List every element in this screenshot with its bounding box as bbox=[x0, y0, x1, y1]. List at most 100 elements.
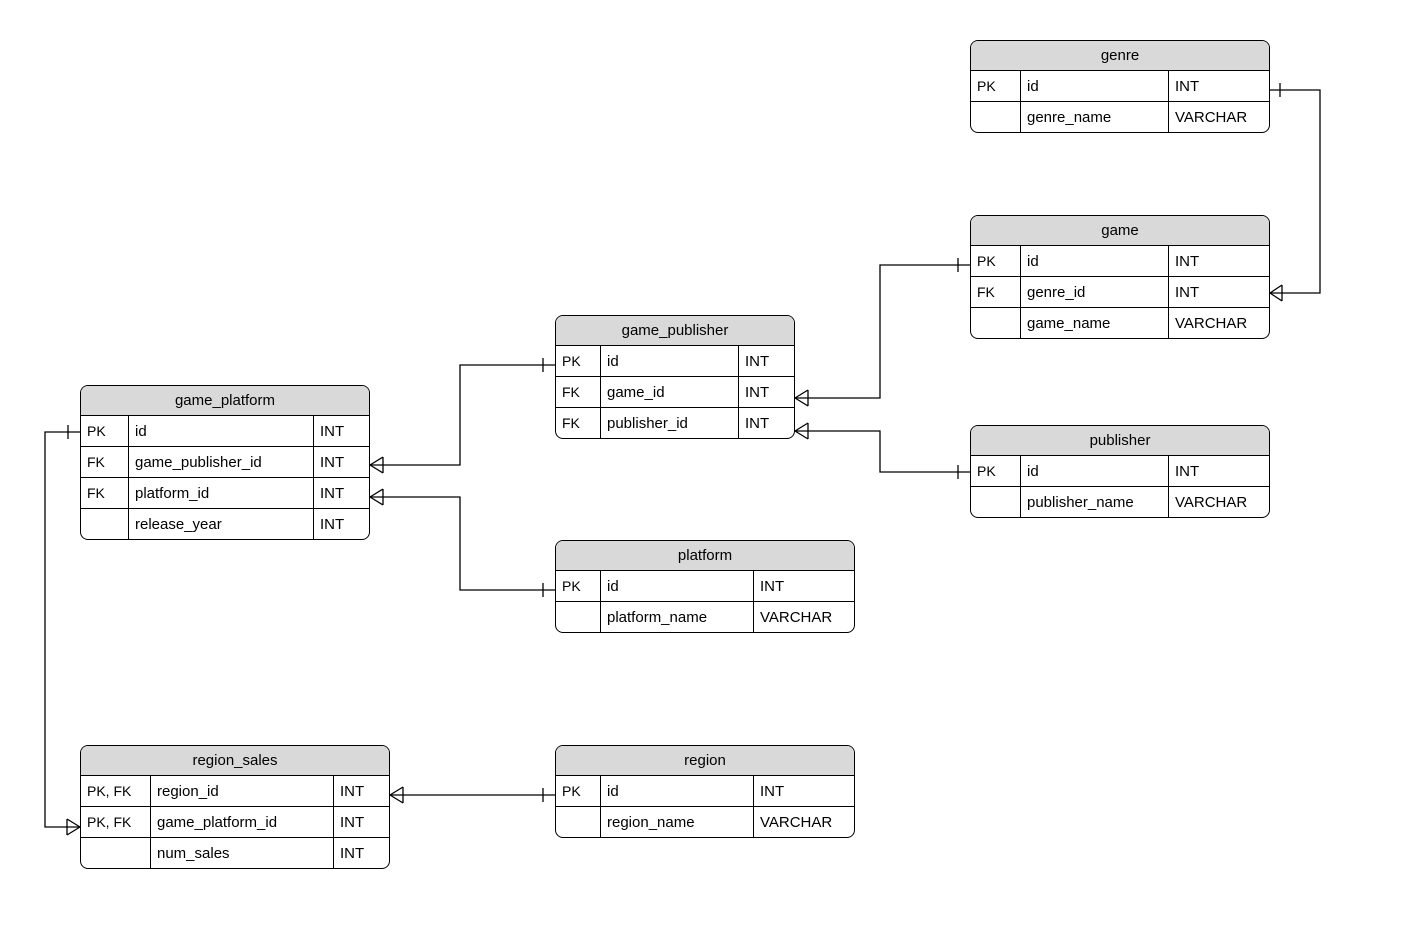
column-key bbox=[81, 509, 129, 539]
column-key bbox=[971, 308, 1021, 338]
column-name: genre_name bbox=[1021, 102, 1169, 132]
entity-region-sales[interactable]: region_sales PK, FK region_id INT PK, FK… bbox=[80, 745, 390, 869]
column-row: PK id INT bbox=[81, 416, 369, 447]
column-row: publisher_name VARCHAR bbox=[971, 487, 1269, 517]
column-type: INT bbox=[739, 377, 794, 407]
entity-game-publisher[interactable]: game_publisher PK id INT FK game_id INT … bbox=[555, 315, 795, 439]
column-key: PK bbox=[971, 71, 1021, 101]
entity-title: game_platform bbox=[81, 386, 369, 416]
column-key: FK bbox=[971, 277, 1021, 307]
column-row: PK id INT bbox=[556, 571, 854, 602]
column-type: INT bbox=[1169, 71, 1269, 101]
column-name: game_name bbox=[1021, 308, 1169, 338]
column-name: num_sales bbox=[151, 838, 334, 868]
entity-title: region_sales bbox=[81, 746, 389, 776]
column-type: INT bbox=[754, 571, 854, 601]
column-type: VARCHAR bbox=[1169, 308, 1269, 338]
entity-title: game_publisher bbox=[556, 316, 794, 346]
column-name: id bbox=[1021, 246, 1169, 276]
column-row: PK, FK game_platform_id INT bbox=[81, 807, 389, 838]
entity-game[interactable]: game PK id INT FK genre_id INT game_name… bbox=[970, 215, 1270, 339]
column-row: game_name VARCHAR bbox=[971, 308, 1269, 338]
column-row: FK genre_id INT bbox=[971, 277, 1269, 308]
column-type: INT bbox=[334, 776, 389, 806]
column-key: FK bbox=[556, 408, 601, 438]
column-name: platform_name bbox=[601, 602, 754, 632]
column-type: INT bbox=[739, 346, 794, 376]
column-type: INT bbox=[754, 776, 854, 806]
column-type: INT bbox=[314, 478, 369, 508]
column-name: game_platform_id bbox=[151, 807, 334, 837]
column-row: num_sales INT bbox=[81, 838, 389, 868]
column-key: FK bbox=[556, 377, 601, 407]
column-name: publisher_id bbox=[601, 408, 739, 438]
column-type: INT bbox=[1169, 456, 1269, 486]
column-key: FK bbox=[81, 478, 129, 508]
column-key bbox=[971, 102, 1021, 132]
column-type: INT bbox=[334, 807, 389, 837]
column-row: PK id INT bbox=[556, 346, 794, 377]
column-key bbox=[81, 838, 151, 868]
column-name: platform_id bbox=[129, 478, 314, 508]
column-name: id bbox=[601, 571, 754, 601]
column-type: INT bbox=[739, 408, 794, 438]
column-type: VARCHAR bbox=[754, 602, 854, 632]
column-row: PK id INT bbox=[971, 456, 1269, 487]
column-key bbox=[556, 602, 601, 632]
column-type: INT bbox=[334, 838, 389, 868]
column-name: publisher_name bbox=[1021, 487, 1169, 517]
column-key bbox=[971, 487, 1021, 517]
column-key: PK bbox=[971, 246, 1021, 276]
column-name: game_publisher_id bbox=[129, 447, 314, 477]
entity-publisher[interactable]: publisher PK id INT publisher_name VARCH… bbox=[970, 425, 1270, 518]
column-key: FK bbox=[81, 447, 129, 477]
column-row: FK game_id INT bbox=[556, 377, 794, 408]
column-type: VARCHAR bbox=[754, 807, 854, 837]
column-row: FK game_publisher_id INT bbox=[81, 447, 369, 478]
column-row: FK publisher_id INT bbox=[556, 408, 794, 438]
column-name: id bbox=[601, 776, 754, 806]
entity-title: genre bbox=[971, 41, 1269, 71]
entity-title: game bbox=[971, 216, 1269, 246]
column-type: INT bbox=[314, 447, 369, 477]
column-type: INT bbox=[314, 416, 369, 446]
entity-platform[interactable]: platform PK id INT platform_name VARCHAR bbox=[555, 540, 855, 633]
column-row: PK id INT bbox=[556, 776, 854, 807]
entity-title: platform bbox=[556, 541, 854, 571]
entity-title: region bbox=[556, 746, 854, 776]
column-name: id bbox=[129, 416, 314, 446]
column-key: PK bbox=[556, 346, 601, 376]
column-row: platform_name VARCHAR bbox=[556, 602, 854, 632]
column-name: region_name bbox=[601, 807, 754, 837]
column-key bbox=[556, 807, 601, 837]
column-key: PK, FK bbox=[81, 776, 151, 806]
column-key: PK bbox=[971, 456, 1021, 486]
entity-region[interactable]: region PK id INT region_name VARCHAR bbox=[555, 745, 855, 838]
column-row: FK platform_id INT bbox=[81, 478, 369, 509]
column-key: PK, FK bbox=[81, 807, 151, 837]
column-key: PK bbox=[81, 416, 129, 446]
column-key: PK bbox=[556, 571, 601, 601]
entity-game-platform[interactable]: game_platform PK id INT FK game_publishe… bbox=[80, 385, 370, 540]
column-name: region_id bbox=[151, 776, 334, 806]
column-name: game_id bbox=[601, 377, 739, 407]
column-name: id bbox=[1021, 456, 1169, 486]
erd-canvas: genre PK id INT genre_name VARCHAR game … bbox=[0, 0, 1411, 936]
column-row: region_name VARCHAR bbox=[556, 807, 854, 837]
entity-title: publisher bbox=[971, 426, 1269, 456]
column-name: genre_id bbox=[1021, 277, 1169, 307]
column-row: PK id INT bbox=[971, 246, 1269, 277]
column-row: genre_name VARCHAR bbox=[971, 102, 1269, 132]
column-name: release_year bbox=[129, 509, 314, 539]
column-type: INT bbox=[314, 509, 369, 539]
column-type: INT bbox=[1169, 277, 1269, 307]
column-row: release_year INT bbox=[81, 509, 369, 539]
column-type: VARCHAR bbox=[1169, 102, 1269, 132]
column-type: INT bbox=[1169, 246, 1269, 276]
entity-genre[interactable]: genre PK id INT genre_name VARCHAR bbox=[970, 40, 1270, 133]
column-key: PK bbox=[556, 776, 601, 806]
column-type: VARCHAR bbox=[1169, 487, 1269, 517]
column-name: id bbox=[1021, 71, 1169, 101]
column-row: PK id INT bbox=[971, 71, 1269, 102]
column-row: PK, FK region_id INT bbox=[81, 776, 389, 807]
